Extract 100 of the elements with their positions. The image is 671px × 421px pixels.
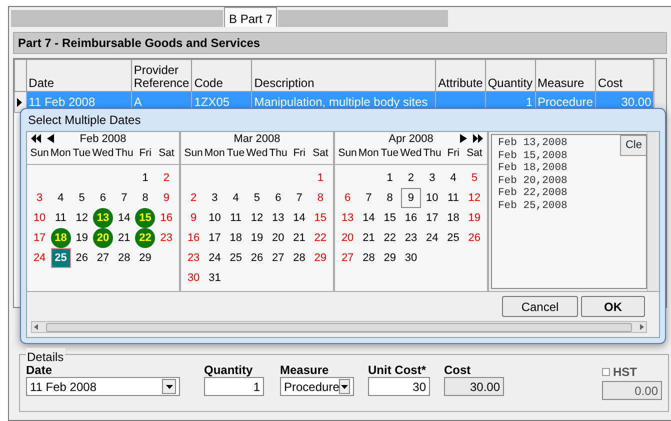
column-header[interactable]: Description [252,60,436,92]
calendar-day[interactable]: 19 [246,228,267,248]
dropdown-field[interactable]: Procedure [280,377,354,396]
calendar-day[interactable]: 21 [358,228,379,248]
column-header[interactable]: Date [26,60,132,92]
calendar-day[interactable]: 13 [268,208,288,228]
calendar-day[interactable]: 7 [114,188,134,208]
calendar-day[interactable]: 14 [114,208,134,228]
calendar-day[interactable]: 27 [338,248,358,268]
calendar-day[interactable]: 22 [135,228,156,248]
calendar-day[interactable]: 25 [443,228,464,248]
calendar-day[interactable]: 26 [464,228,484,248]
calendar-day[interactable]: 16 [156,208,176,228]
calendar-day[interactable]: 26 [246,248,267,268]
date-item[interactable]: Feb 20,2008 [498,174,568,188]
calendar-day[interactable]: 10 [30,208,50,228]
calendar-day[interactable]: 21 [114,228,134,248]
calendar-day[interactable]: 14 [289,208,310,228]
calendar-day[interactable]: 25 [50,248,71,268]
calendar-day[interactable]: 4 [226,188,246,208]
calendar-day[interactable]: 27 [268,248,288,268]
date-item[interactable]: Feb 22,2008 [498,187,568,200]
calendar-day[interactable]: 7 [358,188,379,208]
date-item[interactable]: Feb 18,2008 [498,162,568,175]
calendar-day[interactable]: 12 [72,208,92,228]
calendar-day[interactable]: 25 [226,248,246,268]
calendar-day[interactable]: 3 [30,188,50,208]
calendar-day[interactable]: 2 [156,168,176,188]
calendar-day[interactable]: 22 [380,228,400,248]
fast-forward-icon[interactable] [473,134,483,143]
back-icon[interactable] [47,134,54,143]
fast-back-icon[interactable] [31,134,41,143]
tab[interactable]: B Part 7 [224,7,278,27]
calendar-day[interactable]: 15 [135,208,156,228]
calendar-day[interactable]: 6 [338,188,358,208]
date-item[interactable]: Feb 15,2008 [498,150,568,162]
calendar-day[interactable]: 24 [204,248,225,268]
calendar-day[interactable]: 12 [464,188,484,208]
ok-button[interactable]: OK [581,296,645,317]
column-header[interactable]: Provider Reference [131,60,192,92]
cancel-button[interactable]: Cancel [502,296,578,317]
calendar-day[interactable]: 5 [72,188,92,208]
calendar-day[interactable]: 9 [400,188,421,208]
input-field[interactable]: 1 [204,377,264,396]
calendar-day[interactable]: 17 [30,228,50,248]
column-header[interactable]: Code [192,60,252,92]
calendar-day[interactable]: 11 [443,188,464,208]
calendar-day[interactable]: 5 [246,188,267,208]
horizontal-scrollbar[interactable] [31,321,647,333]
scroll-thumb[interactable] [46,322,632,332]
calendar-day[interactable]: 5 [464,168,484,188]
calendar-day[interactable]: 11 [50,208,71,228]
calendar-day[interactable]: 1 [380,168,400,188]
calendar-day[interactable]: 18 [443,208,464,228]
calendar-day[interactable]: 30 [400,248,421,268]
calendar-day[interactable]: 17 [422,208,442,228]
calendar-day[interactable]: 27 [92,248,113,268]
calendar-day[interactable]: 16 [400,208,421,228]
calendar-day[interactable]: 23 [184,248,204,268]
column-header[interactable]: Cost [595,60,654,92]
calendar-day[interactable]: 23 [156,228,176,248]
column-header[interactable]: Measure [535,60,596,92]
calendar-day[interactable]: 2 [400,168,421,188]
column-header[interactable]: Quantity [485,60,536,92]
calendar-day[interactable]: 7 [289,188,310,208]
calendar-day[interactable]: 26 [72,248,92,268]
calendar-day[interactable]: 13 [338,208,358,228]
calendar-day[interactable]: 3 [422,168,442,188]
calendar-day[interactable]: 23 [400,228,421,248]
calendar-day[interactable]: 1 [135,168,156,188]
calendar-day[interactable]: 24 [30,248,50,268]
calendar-day[interactable]: 29 [135,248,156,268]
calendar-day[interactable]: 20 [338,228,358,248]
scrollbar[interactable] [647,132,659,291]
dropdown-arrow-icon[interactable] [341,384,348,388]
calendar-day[interactable]: 15 [380,208,400,228]
calendar-day[interactable]: 1 [310,168,330,188]
scroll-right-icon[interactable] [640,324,644,330]
calendar-day[interactable]: 30 [184,268,204,288]
calendar-day[interactable]: 16 [184,228,204,248]
calendar-day[interactable]: 8 [310,188,330,208]
calendar-day[interactable]: 2 [184,188,204,208]
calendar-day[interactable]: 8 [380,188,400,208]
clear-button[interactable]: Cle [620,135,646,156]
calendar-day[interactable]: 28 [114,248,134,268]
calendar-day[interactable]: 10 [422,188,442,208]
calendar-day[interactable]: 18 [50,228,71,248]
calendar-day[interactable]: 13 [92,208,113,228]
calendar-day[interactable]: 9 [184,208,204,228]
calendar-day[interactable]: 11 [226,208,246,228]
calendar-day[interactable]: 20 [268,228,288,248]
calendar-day[interactable]: 8 [135,188,156,208]
calendar-day[interactable]: 17 [204,228,225,248]
column-header[interactable]: Attribute [436,60,486,92]
calendar-day[interactable]: 24 [422,228,442,248]
calendar-day[interactable]: 28 [358,248,379,268]
dropdown-field[interactable]: 11 Feb 2008 [26,377,180,396]
dropdown-arrow-icon[interactable] [166,384,172,388]
calendar-day[interactable]: 18 [226,228,246,248]
calendar-day[interactable]: 20 [92,228,113,248]
